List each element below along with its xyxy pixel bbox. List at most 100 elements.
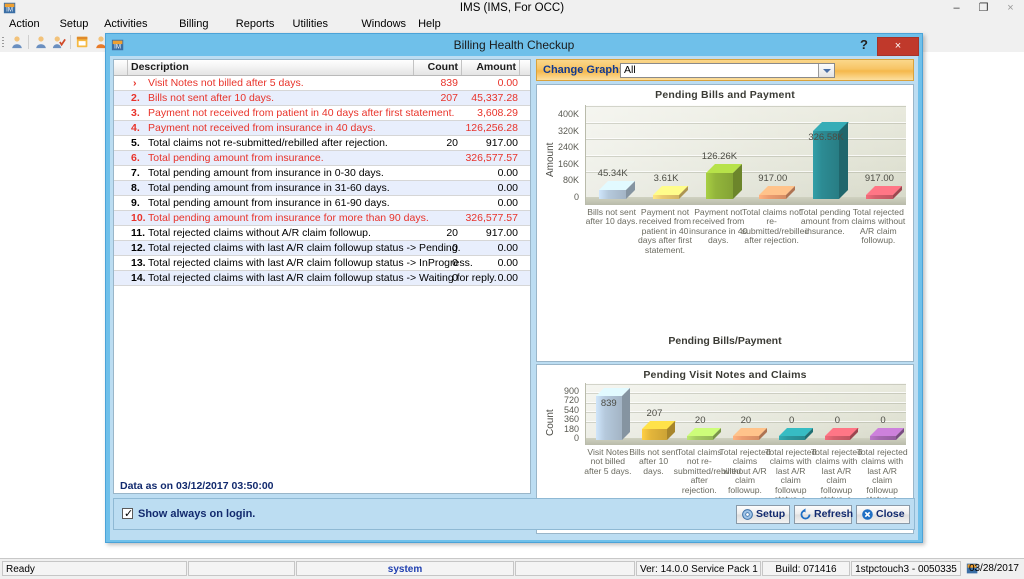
dialog-action-bar: ✓ Show always on login. Setup Refresh Cl… bbox=[113, 498, 915, 530]
grid-header-row: Description Count Amount bbox=[114, 60, 530, 76]
row-number: 9. bbox=[131, 197, 140, 209]
change-graph-select[interactable]: All bbox=[620, 63, 835, 78]
chart-bar[interactable] bbox=[866, 186, 902, 199]
row-number: 12. bbox=[131, 242, 146, 254]
grid-header-description[interactable]: Description bbox=[128, 60, 414, 75]
bar-face bbox=[706, 172, 733, 199]
add-patient-icon[interactable] bbox=[34, 35, 48, 49]
verify-patient-icon[interactable] bbox=[52, 35, 66, 49]
table-row[interactable]: 5. Total claims not re-submitted/rebilled… bbox=[114, 136, 530, 151]
change-graph-bar: Change Graph: All bbox=[536, 59, 914, 81]
grid-header-count[interactable]: Count bbox=[414, 60, 462, 75]
row-amount: 0.00 bbox=[497, 167, 518, 179]
menu-item-utilities[interactable]: Utilities bbox=[288, 16, 333, 32]
chart-floor bbox=[586, 197, 906, 205]
dialog-close-button[interactable]: × bbox=[877, 37, 919, 56]
menu-item-help[interactable]: Help bbox=[413, 16, 446, 32]
chart-x-label: Visit Notes not billed after 5 days. bbox=[584, 447, 632, 476]
menu-item-windows[interactable]: Windows bbox=[356, 16, 411, 32]
table-row[interactable]: 13. Total rejected claims with last A/R c… bbox=[114, 256, 530, 271]
window-minimize-button[interactable]: – bbox=[943, 0, 970, 16]
window-close-button[interactable]: × bbox=[997, 0, 1024, 16]
chart-gridline bbox=[586, 105, 906, 106]
setup-button[interactable]: Setup bbox=[736, 505, 790, 524]
row-description: Visit Notes not billed after 5 days. bbox=[148, 77, 304, 89]
bar-face bbox=[687, 436, 714, 440]
row-count bbox=[414, 151, 458, 165]
chart-bar[interactable] bbox=[599, 180, 635, 199]
table-row[interactable]: 8. Total pending amount from insurance in… bbox=[114, 181, 530, 196]
row-count bbox=[414, 181, 458, 195]
chart-x-label: Total rejected claims without A/R claim … bbox=[851, 207, 906, 246]
menu-item-billing[interactable]: Billing bbox=[174, 16, 213, 32]
row-description: Total pending amount from insurance. bbox=[148, 152, 324, 164]
refresh-arrows-icon bbox=[800, 508, 811, 520]
chart-bar[interactable] bbox=[641, 421, 676, 440]
menu-item-action[interactable]: Action bbox=[4, 16, 45, 32]
table-row[interactable]: 10. Total pending amount from insurance f… bbox=[114, 211, 530, 226]
chart-bar[interactable] bbox=[778, 428, 813, 440]
chart-bar[interactable] bbox=[759, 186, 795, 199]
table-row[interactable]: 6. Total pending amount from insurance. 32… bbox=[114, 151, 530, 166]
table-row[interactable]: 3. Payment not received from patient in 4… bbox=[114, 106, 530, 121]
menu-item-activities[interactable]: Activities bbox=[99, 16, 152, 32]
row-number: 13. bbox=[131, 257, 146, 269]
table-row[interactable]: 7. Total pending amount from insurance in… bbox=[114, 166, 530, 181]
check-icon: ✓ bbox=[124, 508, 134, 520]
table-row[interactable]: 12. Total rejected claims with last A/R c… bbox=[114, 241, 530, 256]
table-row[interactable]: 9. Total pending amount from insurance in… bbox=[114, 196, 530, 211]
grid-header-amount[interactable]: Amount bbox=[462, 60, 520, 75]
application-menubar: Action Setup Activities Billing Reports Utili… bbox=[0, 16, 1024, 32]
window-maximize-button[interactable]: ❐ bbox=[970, 0, 997, 16]
toolbar-grip[interactable] bbox=[2, 37, 4, 47]
chevron-down-icon[interactable] bbox=[818, 64, 834, 77]
dialog-titlebar[interactable]: IM Billing Health Checkup ? × bbox=[106, 34, 922, 56]
chart-bar[interactable] bbox=[706, 163, 742, 199]
chart1-y-tick: 240K bbox=[557, 142, 579, 153]
row-count bbox=[414, 106, 458, 120]
chart-bar[interactable] bbox=[824, 428, 859, 440]
close-button[interactable]: Close bbox=[856, 505, 910, 524]
patient-icon[interactable] bbox=[10, 35, 24, 49]
menu-item-setup[interactable]: Setup bbox=[55, 16, 94, 32]
row-amount: 917.00 bbox=[485, 227, 518, 239]
chart2-plot-area bbox=[585, 383, 906, 445]
row-description: Total pending amount from insurance in 3… bbox=[148, 182, 390, 194]
status-user: system bbox=[296, 561, 514, 576]
chart1-plot-area bbox=[585, 105, 906, 205]
application-statusbar: Ready system Ver: 14.0.0 Service Pack 1 … bbox=[0, 558, 1024, 579]
bar-face bbox=[599, 189, 626, 199]
row-number: 5. bbox=[131, 137, 140, 149]
chart-gridline bbox=[586, 121, 906, 123]
chart-bar[interactable] bbox=[733, 428, 767, 440]
row-count: 20 bbox=[446, 227, 458, 239]
chart-bar[interactable] bbox=[652, 186, 689, 199]
table-row[interactable]: 11. Total rejected claims without A/R cla… bbox=[114, 226, 530, 241]
chart-bar[interactable] bbox=[687, 428, 722, 440]
chart2-y-tick: 720 bbox=[563, 395, 579, 406]
chart-x-label: Payment not received from patient in 40 … bbox=[638, 207, 692, 255]
checkbox-box[interactable]: ✓ bbox=[122, 508, 134, 520]
table-row[interactable]: 2. Bills not sent after 10 days. 207 45,337… bbox=[114, 91, 530, 106]
schedule-icon[interactable] bbox=[76, 35, 90, 49]
refresh-button[interactable]: Refresh bbox=[794, 505, 853, 524]
menu-item-reports[interactable]: Reports bbox=[231, 16, 280, 32]
bar-face bbox=[866, 195, 893, 199]
status-blank-2 bbox=[515, 561, 635, 576]
bar-face bbox=[824, 436, 851, 440]
table-row[interactable]: › Visit Notes not billed after 5 days. 839… bbox=[114, 76, 530, 91]
row-count bbox=[414, 121, 458, 135]
row-amount: 917.00 bbox=[485, 137, 518, 149]
row-description: Payment not received from insurance in 4… bbox=[148, 122, 376, 134]
show-always-on-login-label: Show always on login. bbox=[138, 508, 256, 520]
row-count: 20 bbox=[446, 137, 458, 149]
table-row[interactable]: 4. Payment not received from insurance in… bbox=[114, 121, 530, 136]
chart-gridline bbox=[586, 392, 906, 394]
row-amount: 0.00 bbox=[497, 197, 518, 209]
health-checkup-grid: Description Count Amount › Visit Notes no… bbox=[113, 59, 531, 494]
billing-health-checkup-window: IM Billing Health Checkup ? × Descriptio… bbox=[105, 33, 923, 543]
row-amount: 0.00 bbox=[497, 182, 518, 194]
table-row[interactable]: 14. Total rejected claims with last A/R c… bbox=[114, 271, 530, 286]
help-button[interactable]: ? bbox=[856, 34, 872, 56]
chart-bar[interactable] bbox=[870, 428, 904, 440]
